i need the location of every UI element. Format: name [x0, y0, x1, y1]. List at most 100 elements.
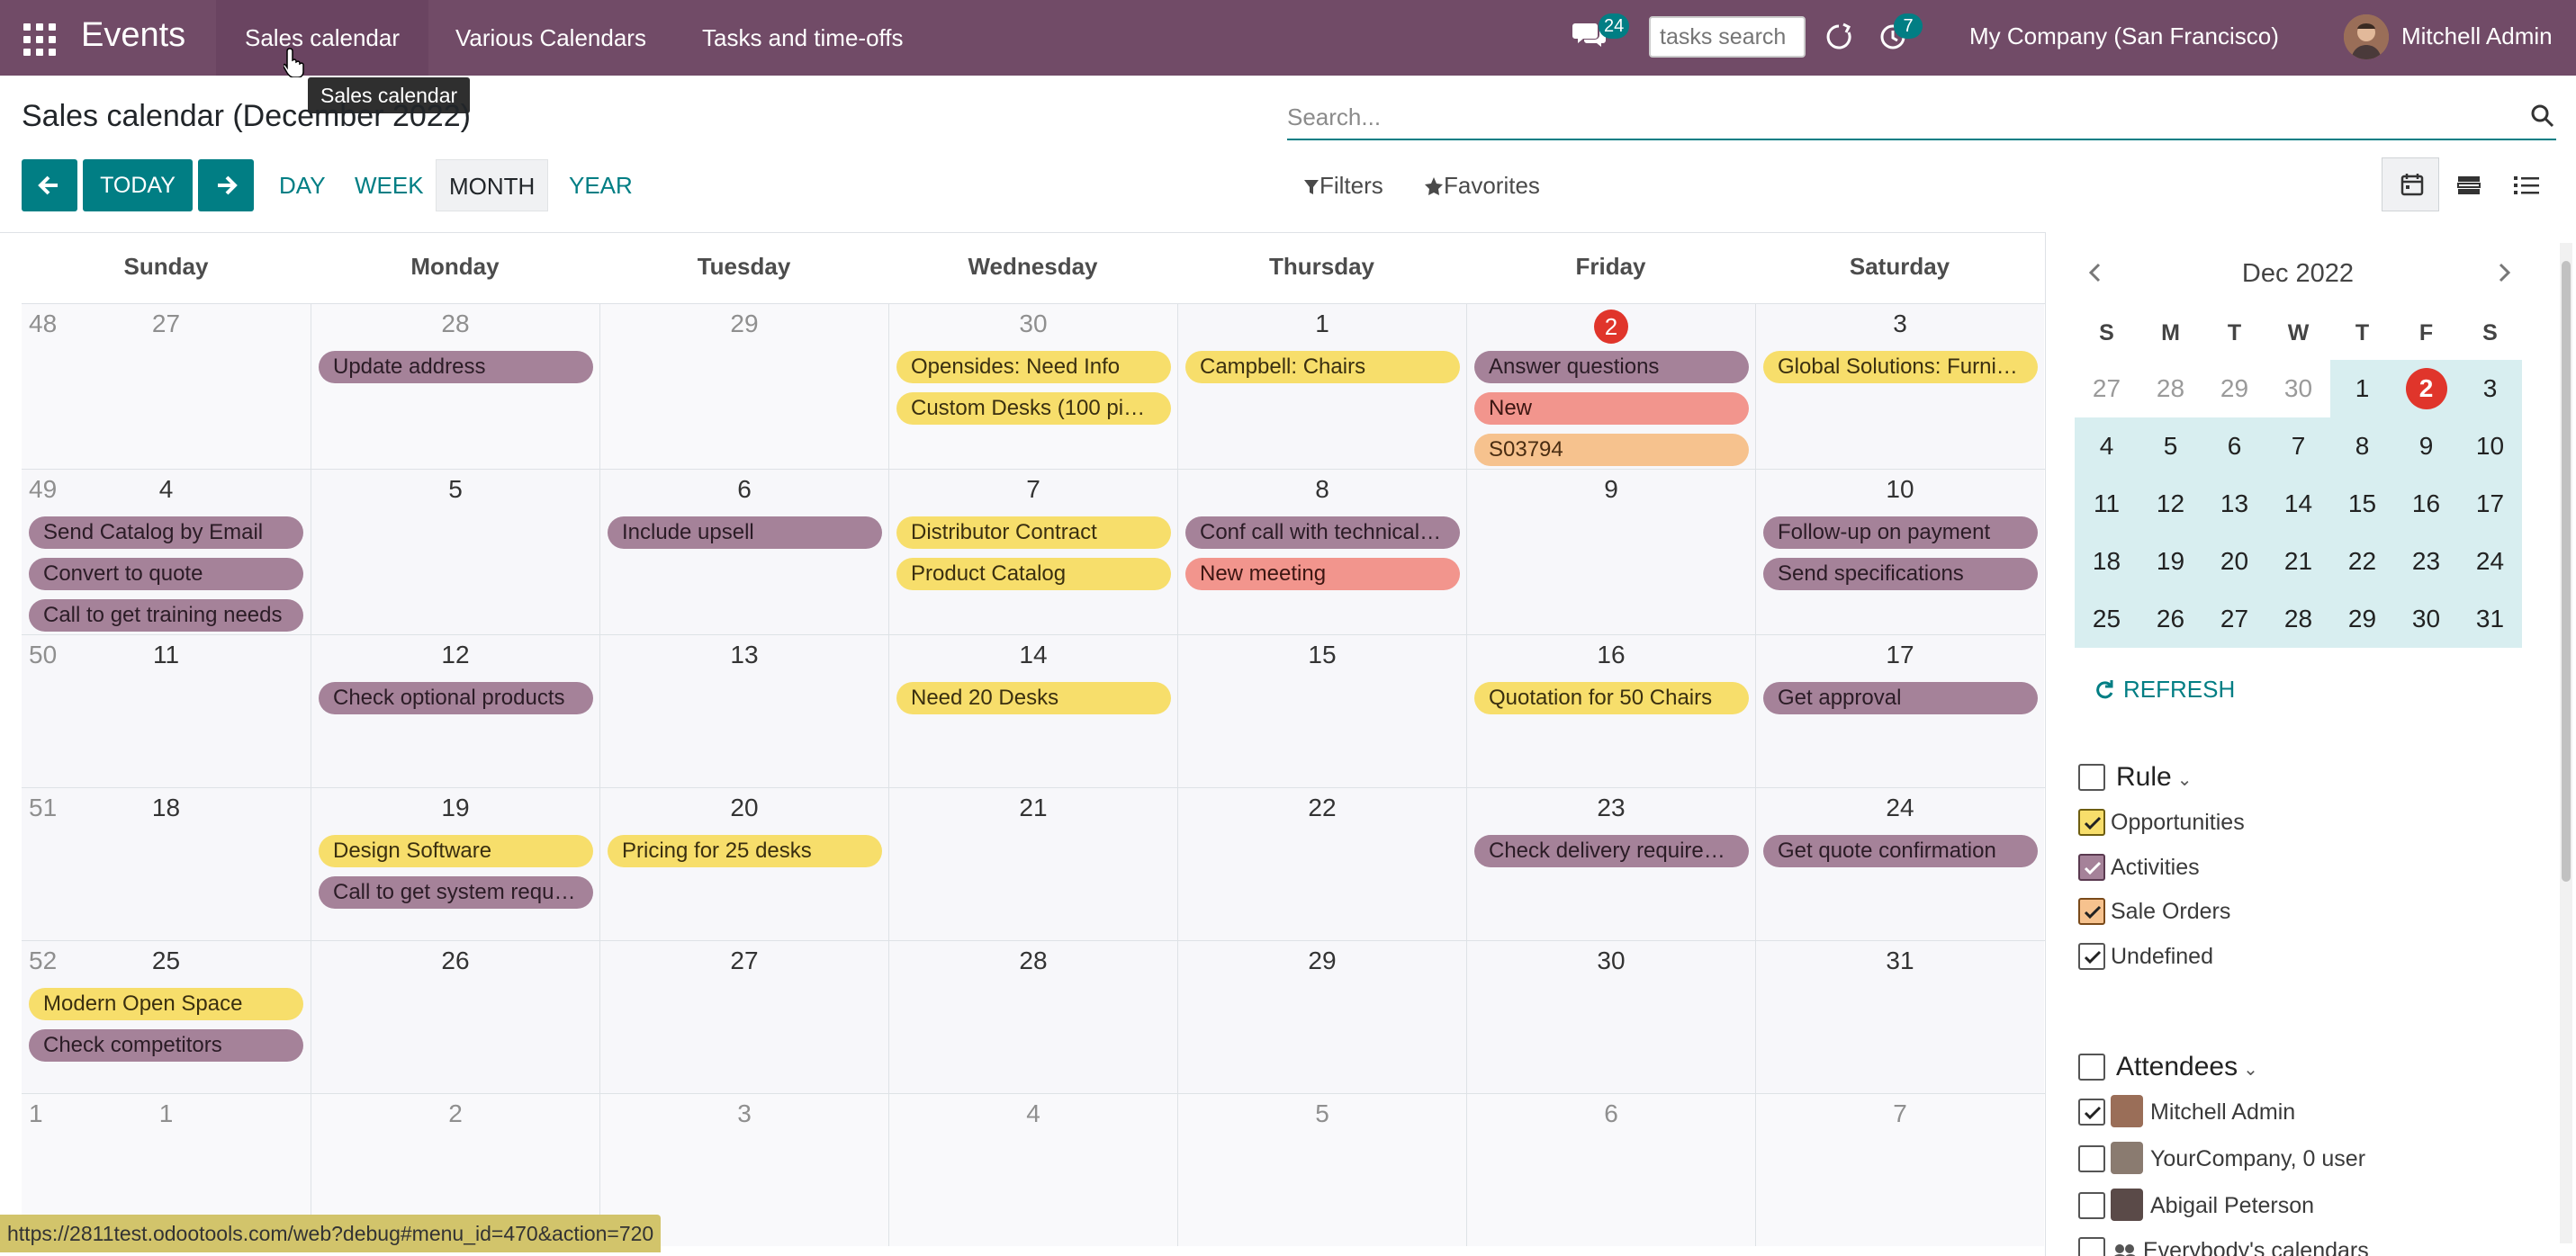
- mini-day[interactable]: 19: [2139, 533, 2202, 590]
- favorites-dropdown[interactable]: Favorites: [1424, 159, 1540, 211]
- attendee-abigail-peterson[interactable]: Abigail Peterson: [2078, 1188, 2314, 1224]
- mini-day-today[interactable]: 2: [2394, 360, 2458, 417]
- filter-activities[interactable]: Activities: [2078, 849, 2200, 885]
- calendar-event[interactable]: Opensides: Need Info: [896, 351, 1171, 383]
- calendar-event[interactable]: Design Software: [319, 835, 593, 867]
- calendar-event[interactable]: Campbell: Chairs: [1185, 351, 1460, 383]
- mini-day[interactable]: 6: [2202, 417, 2266, 475]
- day-cell[interactable]: 12 Check optional products: [311, 635, 599, 787]
- day-cell[interactable]: 14 Need 20 Desks: [888, 635, 1177, 787]
- calendar-event[interactable]: Conf call with technical service: [1185, 516, 1460, 549]
- mini-day[interactable]: 30: [2394, 590, 2458, 648]
- app-brand[interactable]: Events: [81, 16, 185, 55]
- menu-sales-calendar[interactable]: Sales calendar: [216, 0, 428, 76]
- day-cell[interactable]: 29: [599, 304, 888, 469]
- mini-day[interactable]: 4: [2075, 417, 2139, 475]
- calendar-event[interactable]: Custom Desks (100 pieces): [896, 392, 1171, 425]
- app-menu-icon[interactable]: [20, 20, 56, 56]
- calendar-event[interactable]: Quotation for 50 Chairs: [1474, 682, 1749, 714]
- calendar-event[interactable]: Need 20 Desks: [896, 682, 1171, 714]
- tasks-search-input[interactable]: [1649, 16, 1806, 58]
- chevron-down-icon[interactable]: ⌄: [2243, 1060, 2258, 1080]
- calendar-event[interactable]: Check optional products: [319, 682, 593, 714]
- day-cell[interactable]: 13: [599, 635, 888, 787]
- calendar-event[interactable]: Send Catalog by Email: [29, 516, 303, 549]
- day-cell[interactable]: 21: [888, 788, 1177, 940]
- checkbox-icon[interactable]: [2078, 1192, 2105, 1219]
- gantt-view-button[interactable]: [2439, 157, 2497, 211]
- checkbox-checked-icon[interactable]: [2078, 1099, 2105, 1126]
- day-cell[interactable]: 10 Follow-up on payment Send specification…: [1755, 470, 2044, 634]
- mini-day[interactable]: 14: [2266, 475, 2330, 533]
- user-avatar[interactable]: [2344, 14, 2389, 59]
- mini-day[interactable]: 22: [2330, 533, 2394, 590]
- mini-day[interactable]: 3: [2458, 360, 2522, 417]
- calendar-event[interactable]: Follow-up on payment: [1763, 516, 2038, 549]
- calendar-event[interactable]: New meeting: [1185, 558, 1460, 590]
- mini-day[interactable]: 20: [2202, 533, 2266, 590]
- mini-day[interactable]: 10: [2458, 417, 2522, 475]
- day-cell[interactable]: 28: [888, 941, 1177, 1093]
- calendar-event[interactable]: New: [1474, 392, 1749, 425]
- day-cell[interactable]: 29: [1177, 941, 1466, 1093]
- calendar-event[interactable]: Convert to quote: [29, 558, 303, 590]
- next-button[interactable]: [198, 159, 254, 211]
- filter-opportunities[interactable]: Opportunities: [2078, 804, 2245, 840]
- calendar-event[interactable]: Call to get training needs: [29, 599, 303, 632]
- mini-day[interactable]: 9: [2394, 417, 2458, 475]
- mini-day[interactable]: 7: [2266, 417, 2330, 475]
- attendee-yourcompany[interactable]: YourCompany, 0 user: [2078, 1141, 2365, 1177]
- checkbox-icon[interactable]: [2078, 1237, 2105, 1256]
- mini-day[interactable]: 18: [2075, 533, 2139, 590]
- mini-day[interactable]: 5: [2139, 417, 2202, 475]
- mini-day[interactable]: 21: [2266, 533, 2330, 590]
- day-cell[interactable]: 22: [1177, 788, 1466, 940]
- day-cell[interactable]: 50 11: [22, 635, 311, 787]
- mini-day[interactable]: 29: [2202, 360, 2266, 417]
- mini-day[interactable]: 13: [2202, 475, 2266, 533]
- company-switcher[interactable]: My Company (San Francisco): [1955, 0, 2293, 76]
- day-cell[interactable]: 7: [1755, 1094, 2044, 1246]
- mini-day[interactable]: 24: [2458, 533, 2522, 590]
- calendar-event[interactable]: Product Catalog: [896, 558, 1171, 590]
- mini-day[interactable]: 30: [2266, 360, 2330, 417]
- attendees-select-all-checkbox[interactable]: [2078, 1054, 2105, 1081]
- day-cell[interactable]: 24 Get quote confirmation: [1755, 788, 2044, 940]
- calendar-event[interactable]: Modern Open Space: [29, 988, 303, 1020]
- mini-day[interactable]: 11: [2075, 475, 2139, 533]
- day-cell[interactable]: 30 Opensides: Need Info Custom Desks (100 …: [888, 304, 1177, 469]
- search-input[interactable]: [1287, 99, 2493, 135]
- mini-day[interactable]: 8: [2330, 417, 2394, 475]
- menu-various-calendars[interactable]: Various Calendars: [427, 0, 675, 76]
- day-cell[interactable]: 20 Pricing for 25 desks: [599, 788, 888, 940]
- day-cell[interactable]: 23 Check delivery requirements: [1466, 788, 1755, 940]
- day-cell[interactable]: 8 Conf call with technical service New mee…: [1177, 470, 1466, 634]
- mini-day[interactable]: 17: [2458, 475, 2522, 533]
- mini-prev-month-icon[interactable]: [2082, 259, 2109, 286]
- calendar-event[interactable]: Get approval: [1763, 682, 2038, 714]
- day-cell[interactable]: 19 Design Software Call to get system requ…: [311, 788, 599, 940]
- day-cell[interactable]: 16 Quotation for 50 Chairs: [1466, 635, 1755, 787]
- checkbox-checked-icon[interactable]: [2078, 943, 2105, 970]
- checkbox-checked-icon[interactable]: [2078, 898, 2105, 925]
- mini-day[interactable]: 27: [2075, 360, 2139, 417]
- mini-day[interactable]: 1: [2330, 360, 2394, 417]
- list-view-button[interactable]: [2497, 157, 2554, 211]
- day-cell[interactable]: 5: [1177, 1094, 1466, 1246]
- calendar-event[interactable]: Include upsell: [608, 516, 882, 549]
- calendar-event[interactable]: Global Solutions: Furniture: [1763, 351, 2038, 383]
- calendar-event[interactable]: Distributor Contract: [896, 516, 1171, 549]
- mini-day[interactable]: 26: [2139, 590, 2202, 648]
- chevron-down-icon[interactable]: ⌄: [2177, 770, 2193, 790]
- scale-month-button[interactable]: MONTH: [436, 159, 549, 211]
- search-icon[interactable]: [2529, 103, 2556, 130]
- rule-select-all-checkbox[interactable]: [2078, 764, 2105, 791]
- day-cell[interactable]: 49 4 Send Catalog by Email Convert to quote…: [22, 470, 311, 634]
- day-cell[interactable]: 3 Global Solutions: Furniture: [1755, 304, 2044, 469]
- day-cell[interactable]: 6 Include upsell: [599, 470, 888, 634]
- checkbox-checked-icon[interactable]: [2078, 809, 2105, 836]
- sync-icon[interactable]: [1824, 22, 1854, 52]
- scale-day-button[interactable]: DAY: [266, 159, 338, 211]
- day-cell[interactable]: 52 25 Modern Open Space Check competitors: [22, 941, 311, 1093]
- refresh-button[interactable]: REFRESH: [2093, 673, 2235, 705]
